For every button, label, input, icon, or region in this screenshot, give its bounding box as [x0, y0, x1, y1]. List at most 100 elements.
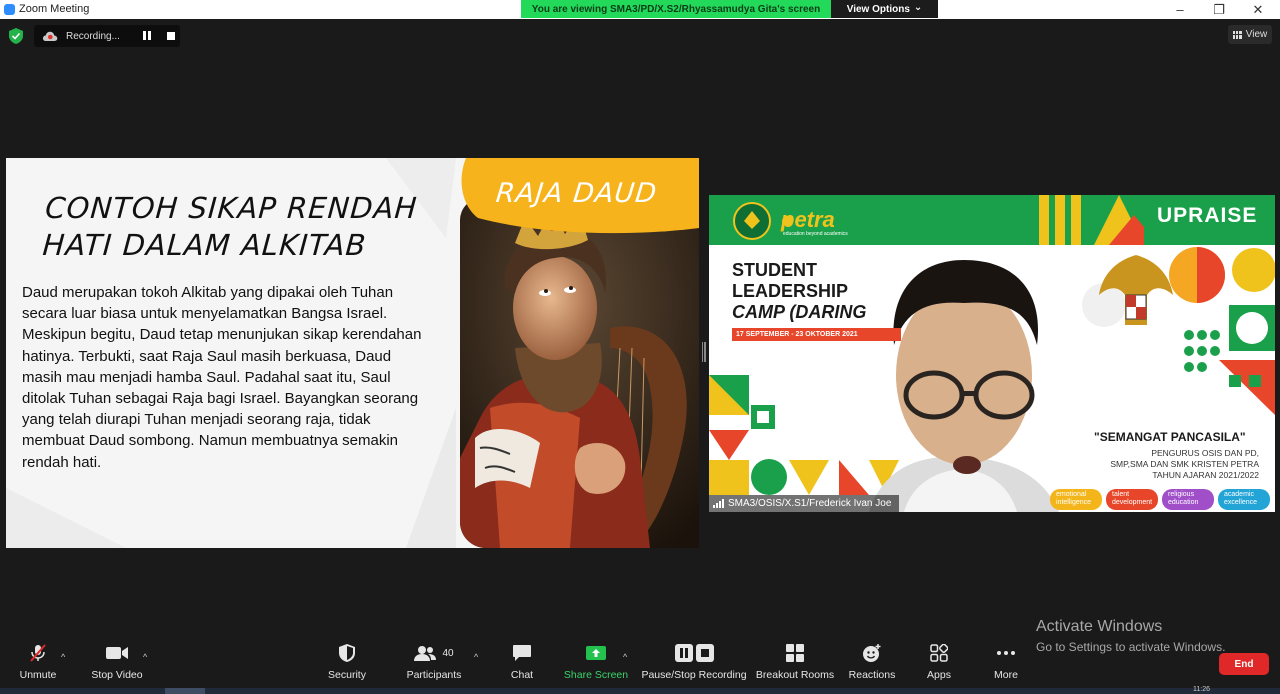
- value-pill-label: excellence: [1224, 499, 1258, 506]
- reactions-label: Reactions: [848, 669, 896, 681]
- participants-label: Participants: [406, 669, 462, 681]
- upraise-text: UPRAISE: [1157, 204, 1258, 227]
- participant-count: 40: [442, 647, 454, 659]
- cloud-recording-icon: [42, 31, 58, 41]
- view-button-label: View: [1245, 29, 1268, 40]
- meeting-toolbar: Unmute ^ Stop Video ^ Security 40 Partic…: [0, 640, 1280, 688]
- pause-icon: [674, 644, 693, 662]
- breakout-rooms-icon: [786, 644, 804, 662]
- security-button[interactable]: Security: [326, 640, 368, 681]
- value-pill: talent development: [1106, 489, 1158, 510]
- more-button[interactable]: More: [989, 640, 1023, 681]
- taskbar-clock: 11:26: [1193, 686, 1210, 693]
- share-screen-label: Share Screen: [563, 669, 629, 681]
- video-options-caret-icon[interactable]: ^: [143, 652, 147, 662]
- participant-nameplate: SMA3/OSIS/X.S1/Frederick Ivan Joe: [709, 495, 900, 512]
- chat-bubble-icon: [513, 645, 531, 661]
- participant-video-tile[interactable]: UPRAISE petra education beyond academics…: [709, 195, 1275, 512]
- watermark-title: Activate Windows: [1036, 618, 1163, 635]
- camp-title-line2: LEADERSHIP: [732, 281, 849, 301]
- share-options-caret-icon[interactable]: ^: [623, 652, 627, 662]
- view-options-label: View Options: [846, 3, 910, 15]
- organizer-line1: PENGURUS OSIS DAN PD,: [1151, 448, 1259, 458]
- muted-microphone-icon: [30, 644, 46, 662]
- unmute-button[interactable]: Unmute: [16, 640, 60, 681]
- value-pill: emotional intelligence: [1050, 489, 1102, 510]
- participant-name: SMA3/OSIS/X.S1/Frederick Ivan Joe: [728, 498, 892, 509]
- stop-recording-icon[interactable]: [167, 32, 175, 40]
- value-pill-label: emotional: [1056, 491, 1087, 498]
- breakout-rooms-button[interactable]: Breakout Rooms: [755, 640, 835, 681]
- zoom-app-icon: [4, 4, 15, 15]
- slide-tag-text: RAJA DAUD: [494, 178, 659, 209]
- share-screen-button[interactable]: Share Screen: [563, 640, 629, 681]
- apps-button[interactable]: Apps: [924, 640, 954, 681]
- camp-title: STUDENT LEADERSHIP CAMP (DARING: [732, 260, 866, 323]
- chevron-down-icon: ⌄: [913, 1, 923, 13]
- reactions-button[interactable]: Reactions: [848, 640, 896, 681]
- theme-text: "SEMANGAT PANCASILA": [1094, 430, 1246, 444]
- value-pill: religious education: [1162, 489, 1214, 510]
- taskbar-active-app[interactable]: [165, 688, 205, 694]
- value-pill-label: intelligence: [1056, 499, 1092, 506]
- king-david-painting: [460, 198, 699, 548]
- organizer-text: PENGURUS OSIS DAN PD, SMP,SMA DAN SMK KR…: [1110, 448, 1259, 481]
- camp-title-line3: CAMP (DARING: [732, 302, 867, 322]
- slide-heading: CONTOH SIKAP RENDAH HATI DALAM ALKITAB: [41, 191, 419, 262]
- apps-label: Apps: [927, 669, 951, 681]
- petra-logo-text: petra: [781, 207, 835, 232]
- stop-icon: [695, 644, 714, 662]
- window-title: Zoom Meeting: [19, 3, 90, 15]
- participants-icon: [414, 646, 437, 661]
- windows-taskbar: 11:26: [0, 686, 1280, 694]
- value-pill-label: religious: [1168, 491, 1195, 498]
- apps-icon: [930, 644, 948, 662]
- value-pill-label: development: [1112, 499, 1153, 506]
- recording-indicator: Recording...: [34, 25, 180, 47]
- chat-label: Chat: [510, 669, 534, 681]
- participants-caret-icon[interactable]: ^: [474, 652, 478, 662]
- view-button[interactable]: View: [1228, 25, 1272, 44]
- shared-screen-slide: CONTOH SIKAP RENDAH HATI DALAM ALKITAB D…: [6, 158, 699, 548]
- end-meeting-button[interactable]: End: [1219, 653, 1269, 675]
- unmute-label: Unmute: [19, 669, 57, 681]
- chat-button[interactable]: Chat: [506, 640, 538, 681]
- petra-logo-subtitle: education beyond academics: [783, 231, 848, 237]
- signal-strength-icon: [713, 499, 724, 508]
- minimize-button[interactable]: –: [1160, 0, 1200, 19]
- share-screen-icon: [586, 646, 606, 660]
- pause-recording-icon[interactable]: [143, 31, 153, 41]
- more-label: More: [994, 669, 1018, 681]
- smiley-reaction-icon: [863, 644, 881, 662]
- participants-button[interactable]: 40 Participants: [404, 640, 464, 681]
- security-label: Security: [328, 669, 366, 681]
- slide-body-text: Daud merupakan tokoh Alkitab yang dipaka…: [22, 284, 422, 471]
- pause-stop-recording-label: Pause/Stop Recording: [641, 669, 747, 681]
- view-options-button[interactable]: View Options ⌄: [831, 0, 938, 18]
- maximize-button[interactable]: ❐: [1199, 0, 1239, 19]
- value-pill-label: talent: [1112, 491, 1130, 498]
- close-button[interactable]: ✕: [1238, 0, 1278, 19]
- more-dots-icon: [997, 651, 1015, 655]
- stop-video-label: Stop Video: [91, 669, 143, 681]
- encryption-shield-icon[interactable]: [9, 28, 23, 44]
- panel-splitter-handle[interactable]: [702, 342, 707, 362]
- value-pill: academic excellence: [1218, 489, 1270, 510]
- value-pills: emotional intelligence talent developmen…: [1050, 489, 1270, 510]
- security-shield-icon: [339, 644, 355, 662]
- screen-share-banner: You are viewing SMA3/PD/X.S2/Rhyassamudy…: [521, 0, 938, 18]
- pause-stop-recording-button[interactable]: Pause/Stop Recording: [641, 640, 747, 681]
- audio-options-caret-icon[interactable]: ^: [61, 652, 65, 662]
- recording-label: Recording...: [66, 30, 120, 42]
- grid-view-icon: [1232, 30, 1242, 39]
- stop-video-button[interactable]: Stop Video: [88, 640, 146, 681]
- breakout-rooms-label: Breakout Rooms: [755, 669, 835, 681]
- camp-title-line1: STUDENT: [732, 260, 817, 280]
- viewing-message: You are viewing SMA3/PD/X.S2/Rhyassamudy…: [521, 0, 831, 18]
- organizer-line2: SMP,SMA DAN SMK KRISTEN PETRA: [1110, 459, 1259, 469]
- value-pill-label: education: [1168, 499, 1199, 506]
- video-camera-icon: [106, 647, 128, 659]
- value-pill-label: academic: [1224, 491, 1254, 498]
- organizer-line3: TAHUN AJARAN 2021/2022: [1152, 470, 1259, 480]
- camp-dates: 17 SEPTEMBER - 23 OKTOBER 2021: [732, 328, 901, 341]
